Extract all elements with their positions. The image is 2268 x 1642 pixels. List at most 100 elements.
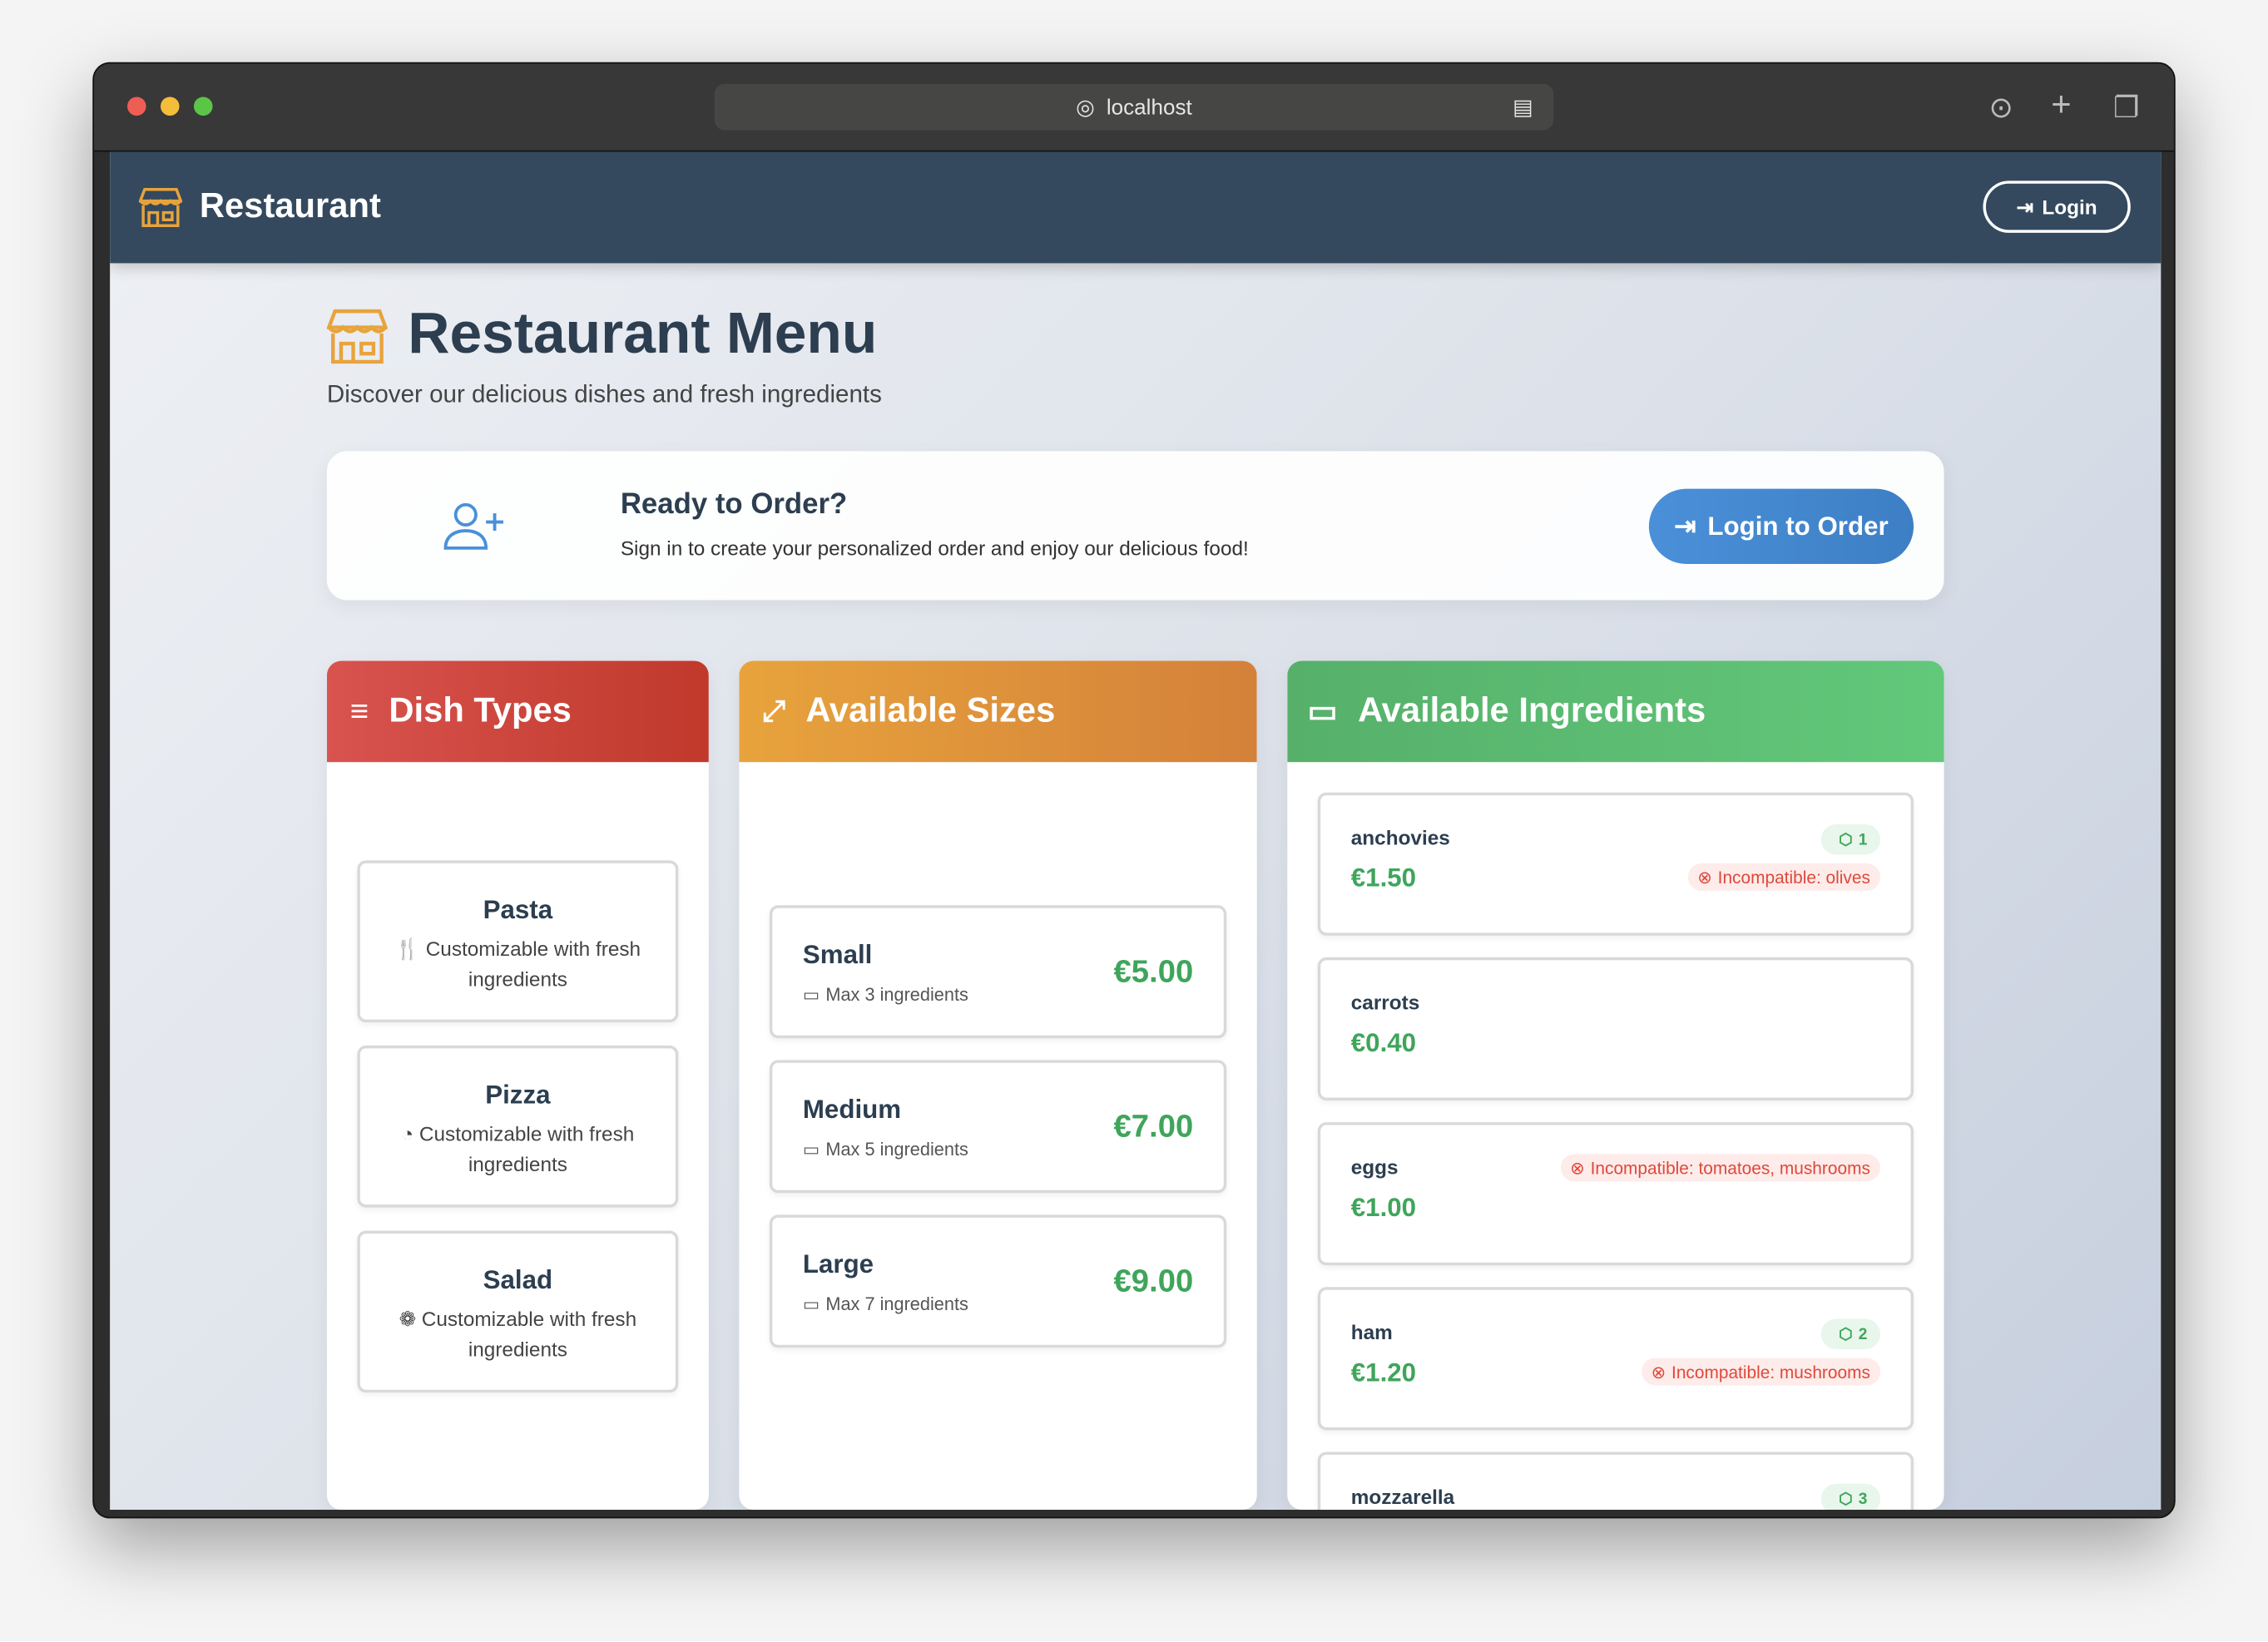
count-value: 1 [1858,830,1868,848]
ingredient-card-carrots[interactable]: carrots €0.40 [1317,957,1914,1100]
count-value: 2 [1858,1325,1868,1343]
brand[interactable]: Restaurant [138,186,381,227]
salad-icon: ❁ [399,1307,417,1331]
ingredient-card-mozzarella[interactable]: mozzarella ⬡ 3 [1317,1452,1914,1510]
store-icon [138,188,183,227]
size-name: Small [802,940,873,969]
incompatible-text: Incompatible: mushrooms [1671,1361,1870,1382]
cube-icon: ⬡ [1839,1491,1853,1509]
ingredient-price: €0.40 [1350,1028,1417,1057]
login-to-order-label: Login to Order [1707,511,1889,541]
incompatible-text: Incompatible: olives [1717,867,1870,888]
ingredient-name: eggs [1350,1155,1399,1179]
ingredient-card-ham[interactable]: ham €1.20 ⬡ 2 ⊗ Incompatible: mushrooms [1317,1287,1914,1431]
ingredients-title: Available Ingredients [1358,691,1706,730]
page: Restaurant ⇥ Login Restaurant Menu Discov… [110,151,2162,1510]
box-icon: ▭ [802,1139,820,1160]
size-card-small[interactable]: Small ▭ Max 3 ingredients €5.00 [769,905,1227,1039]
ingredients-panel: ▭ Available Ingredients anchovies €1.50 ⬡ 1… [1287,660,1944,1510]
dish-types-header: ≡ Dish Types [326,660,709,763]
expand-icon: ⤢ [762,695,786,727]
size-card-large[interactable]: Large ▭ Max 7 ingredients €9.00 [769,1214,1227,1348]
sizes-title: Available Sizes [805,691,1056,730]
login-icon: ⇥ [1674,511,1696,541]
size-max: Max 3 ingredients [825,984,968,1005]
address-bar[interactable]: ◎ localhost ▤ [714,83,1554,131]
ingredient-name: anchovies [1350,825,1450,849]
tabs-overview-icon[interactable]: ❐ [2113,90,2139,126]
box-icon: ▭ [802,984,820,1006]
dish-types-panel: ≡ Dish Types Pasta 🍴 Customizable with fre… [326,660,709,1510]
user-plus-icon [443,502,503,550]
incompatible-badge: ⊗ Incompatible: olives [1687,863,1881,891]
x-circle-icon: ⊗ [1570,1157,1585,1179]
size-price: €5.00 [1113,952,1194,990]
size-card-medium[interactable]: Medium ▭ Max 5 ingredients €7.00 [769,1060,1227,1194]
dish-card-pizza[interactable]: Pizza ◔ Customizable with fresh ingredien… [357,1045,679,1208]
brand-name: Restaurant [199,186,381,226]
incompatible-badge: ⊗ Incompatible: tomatoes, mushrooms [1559,1154,1881,1182]
login-icon: ⇥ [2016,194,2034,218]
layers-icon: ▭ [1307,692,1338,730]
globe-icon: ◎ [1076,95,1095,121]
close-window-button[interactable] [126,96,146,116]
browser-window: ◎ localhost ▤ ⊙ + ❐ Restaurant ⇥ Login Re… [92,62,2176,1519]
x-circle-icon: ⊗ [1697,867,1712,888]
size-max: Max 7 ingredients [825,1293,968,1314]
dish-desc: Customizable with fresh ingredients [425,937,641,991]
size-name: Large [802,1249,874,1278]
sizes-panel: ⤢ Available Sizes Small ▭ Max 3 ingredients… [739,660,1257,1510]
browser-titlebar: ◎ localhost ▤ ⊙ + ❐ [94,63,2174,152]
dish-name: Salad [483,1265,553,1294]
page-title: Restaurant Menu [326,302,878,367]
banner-title: Ready to Order? [620,488,848,521]
size-max: Max 5 ingredients [825,1139,968,1160]
utensils-icon: 🍴 [394,937,420,961]
cube-icon: ⬡ [1839,1326,1853,1344]
maximize-window-button[interactable] [193,96,213,116]
dish-name: Pizza [485,1080,551,1110]
pizza-icon: ◔ [401,1122,414,1145]
nav-login-label: Login [2042,195,2097,219]
dish-desc: Customizable with fresh ingredients [418,1122,635,1176]
login-to-order-button[interactable]: ⇥ Login to Order [1648,488,1914,565]
reader-icon[interactable]: ▤ [1513,94,1533,121]
cube-icon: ⬡ [1839,831,1853,849]
navbar: Restaurant ⇥ Login [110,151,2162,264]
login-banner: Ready to Order? Sign in to create your p… [326,451,1944,601]
sizes-header: ⤢ Available Sizes [739,660,1257,763]
size-price: €7.00 [1113,1107,1194,1145]
nav-login-button[interactable]: ⇥ Login [1983,181,2131,233]
ingredient-price: €1.00 [1350,1193,1417,1223]
count-badge: ⬡ 3 [1821,1483,1881,1510]
list-icon: ≡ [349,692,369,730]
ingredient-card-anchovies[interactable]: anchovies €1.50 ⬡ 1 ⊗ Incompatible: olives [1317,792,1914,936]
count-badge: ⬡ 1 [1821,823,1881,855]
ingredient-name: ham [1350,1320,1393,1344]
page-subtitle: Discover our delicious dishes and fresh … [326,380,882,408]
dish-name: Pasta [483,895,553,924]
x-circle-icon: ⊗ [1651,1361,1666,1382]
banner-text: Sign in to create your personalized orde… [620,536,1249,560]
ingredient-name: carrots [1350,990,1420,1014]
minimize-window-button[interactable] [160,96,180,116]
url-text: localhost [1106,94,1192,120]
store-icon [326,309,388,364]
count-badge: ⬡ 2 [1821,1318,1881,1350]
ingredient-card-eggs[interactable]: eggs €1.00 ⊗ Incompatible: tomatoes, mushr… [1317,1122,1914,1266]
size-name: Medium [802,1095,902,1124]
size-price: €9.00 [1113,1262,1194,1299]
dish-card-salad[interactable]: Salad ❁ Customizable with fresh ingredien… [357,1230,679,1393]
ingredient-price: €1.20 [1350,1358,1417,1387]
new-tab-icon[interactable]: + [2051,86,2071,126]
page-title-text: Restaurant Menu [408,302,878,366]
incompatible-text: Incompatible: tomatoes, mushrooms [1590,1157,1870,1179]
ingredient-price: €1.50 [1350,863,1417,893]
dish-desc: Customizable with fresh ingredients [421,1307,637,1361]
ingredients-header: ▭ Available Ingredients [1287,660,1944,763]
download-icon[interactable]: ⊙ [1988,90,2013,126]
dish-card-pasta[interactable]: Pasta 🍴 Customizable with fresh ingredien… [357,860,679,1023]
incompatible-badge: ⊗ Incompatible: mushrooms [1641,1358,1881,1386]
count-value: 3 [1858,1490,1868,1508]
ingredient-name: mozzarella [1350,1485,1455,1509]
